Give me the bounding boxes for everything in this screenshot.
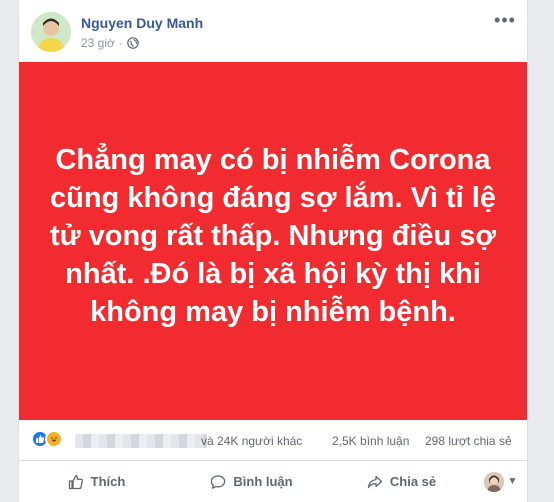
user-avatar: [483, 471, 504, 492]
blurred-names: [75, 434, 207, 448]
comment-button[interactable]: Bình luận: [174, 466, 329, 498]
reaction-icons[interactable]: [31, 430, 63, 448]
post-card: Nguyen Duy Manh 23 giờ · ••• Chẳng may c…: [18, 0, 528, 502]
shares-count[interactable]: 298 lượt chia sẻ: [425, 434, 512, 448]
globe-icon[interactable]: [127, 37, 139, 49]
chevron-down-icon: ▼: [507, 476, 518, 487]
haha-reaction-icon: [45, 430, 63, 448]
like-button[interactable]: Thích: [19, 466, 174, 498]
action-bar: Thích Bình luận Chia sẻ ▼: [19, 461, 527, 502]
author-avatar[interactable]: [31, 12, 71, 52]
meta-separator: ·: [118, 36, 123, 50]
share-button[interactable]: Chia sẻ: [329, 466, 474, 498]
text-banner: Chẳng may có bị nhiễm Corona cũng không …: [19, 62, 527, 420]
author-name[interactable]: Nguyen Duy Manh: [81, 15, 203, 31]
comment-bubble-icon: [211, 474, 226, 489]
comments-count[interactable]: 2,5K bình luận: [332, 434, 409, 448]
comment-label: Bình luận: [233, 474, 293, 489]
thumbs-up-icon: [68, 474, 83, 489]
post-header: Nguyen Duy Manh 23 giờ · •••: [19, 0, 527, 62]
comment-as-selector[interactable]: ▼: [474, 471, 527, 492]
share-label: Chia sẻ: [389, 474, 437, 489]
post-meta: 23 giờ ·: [81, 36, 139, 50]
like-label: Thích: [90, 474, 126, 489]
engagement-stats: và 24K người khác 2,5K bình luận 298 lượ…: [19, 420, 527, 461]
banner-text: Chẳng may có bị nhiễm Corona cũng không …: [49, 144, 497, 328]
share-arrow-icon: [367, 475, 383, 488]
more-dots-icon[interactable]: •••: [493, 10, 517, 30]
post-time[interactable]: 23 giờ: [81, 36, 115, 50]
others-count[interactable]: và 24K người khác: [201, 434, 302, 448]
